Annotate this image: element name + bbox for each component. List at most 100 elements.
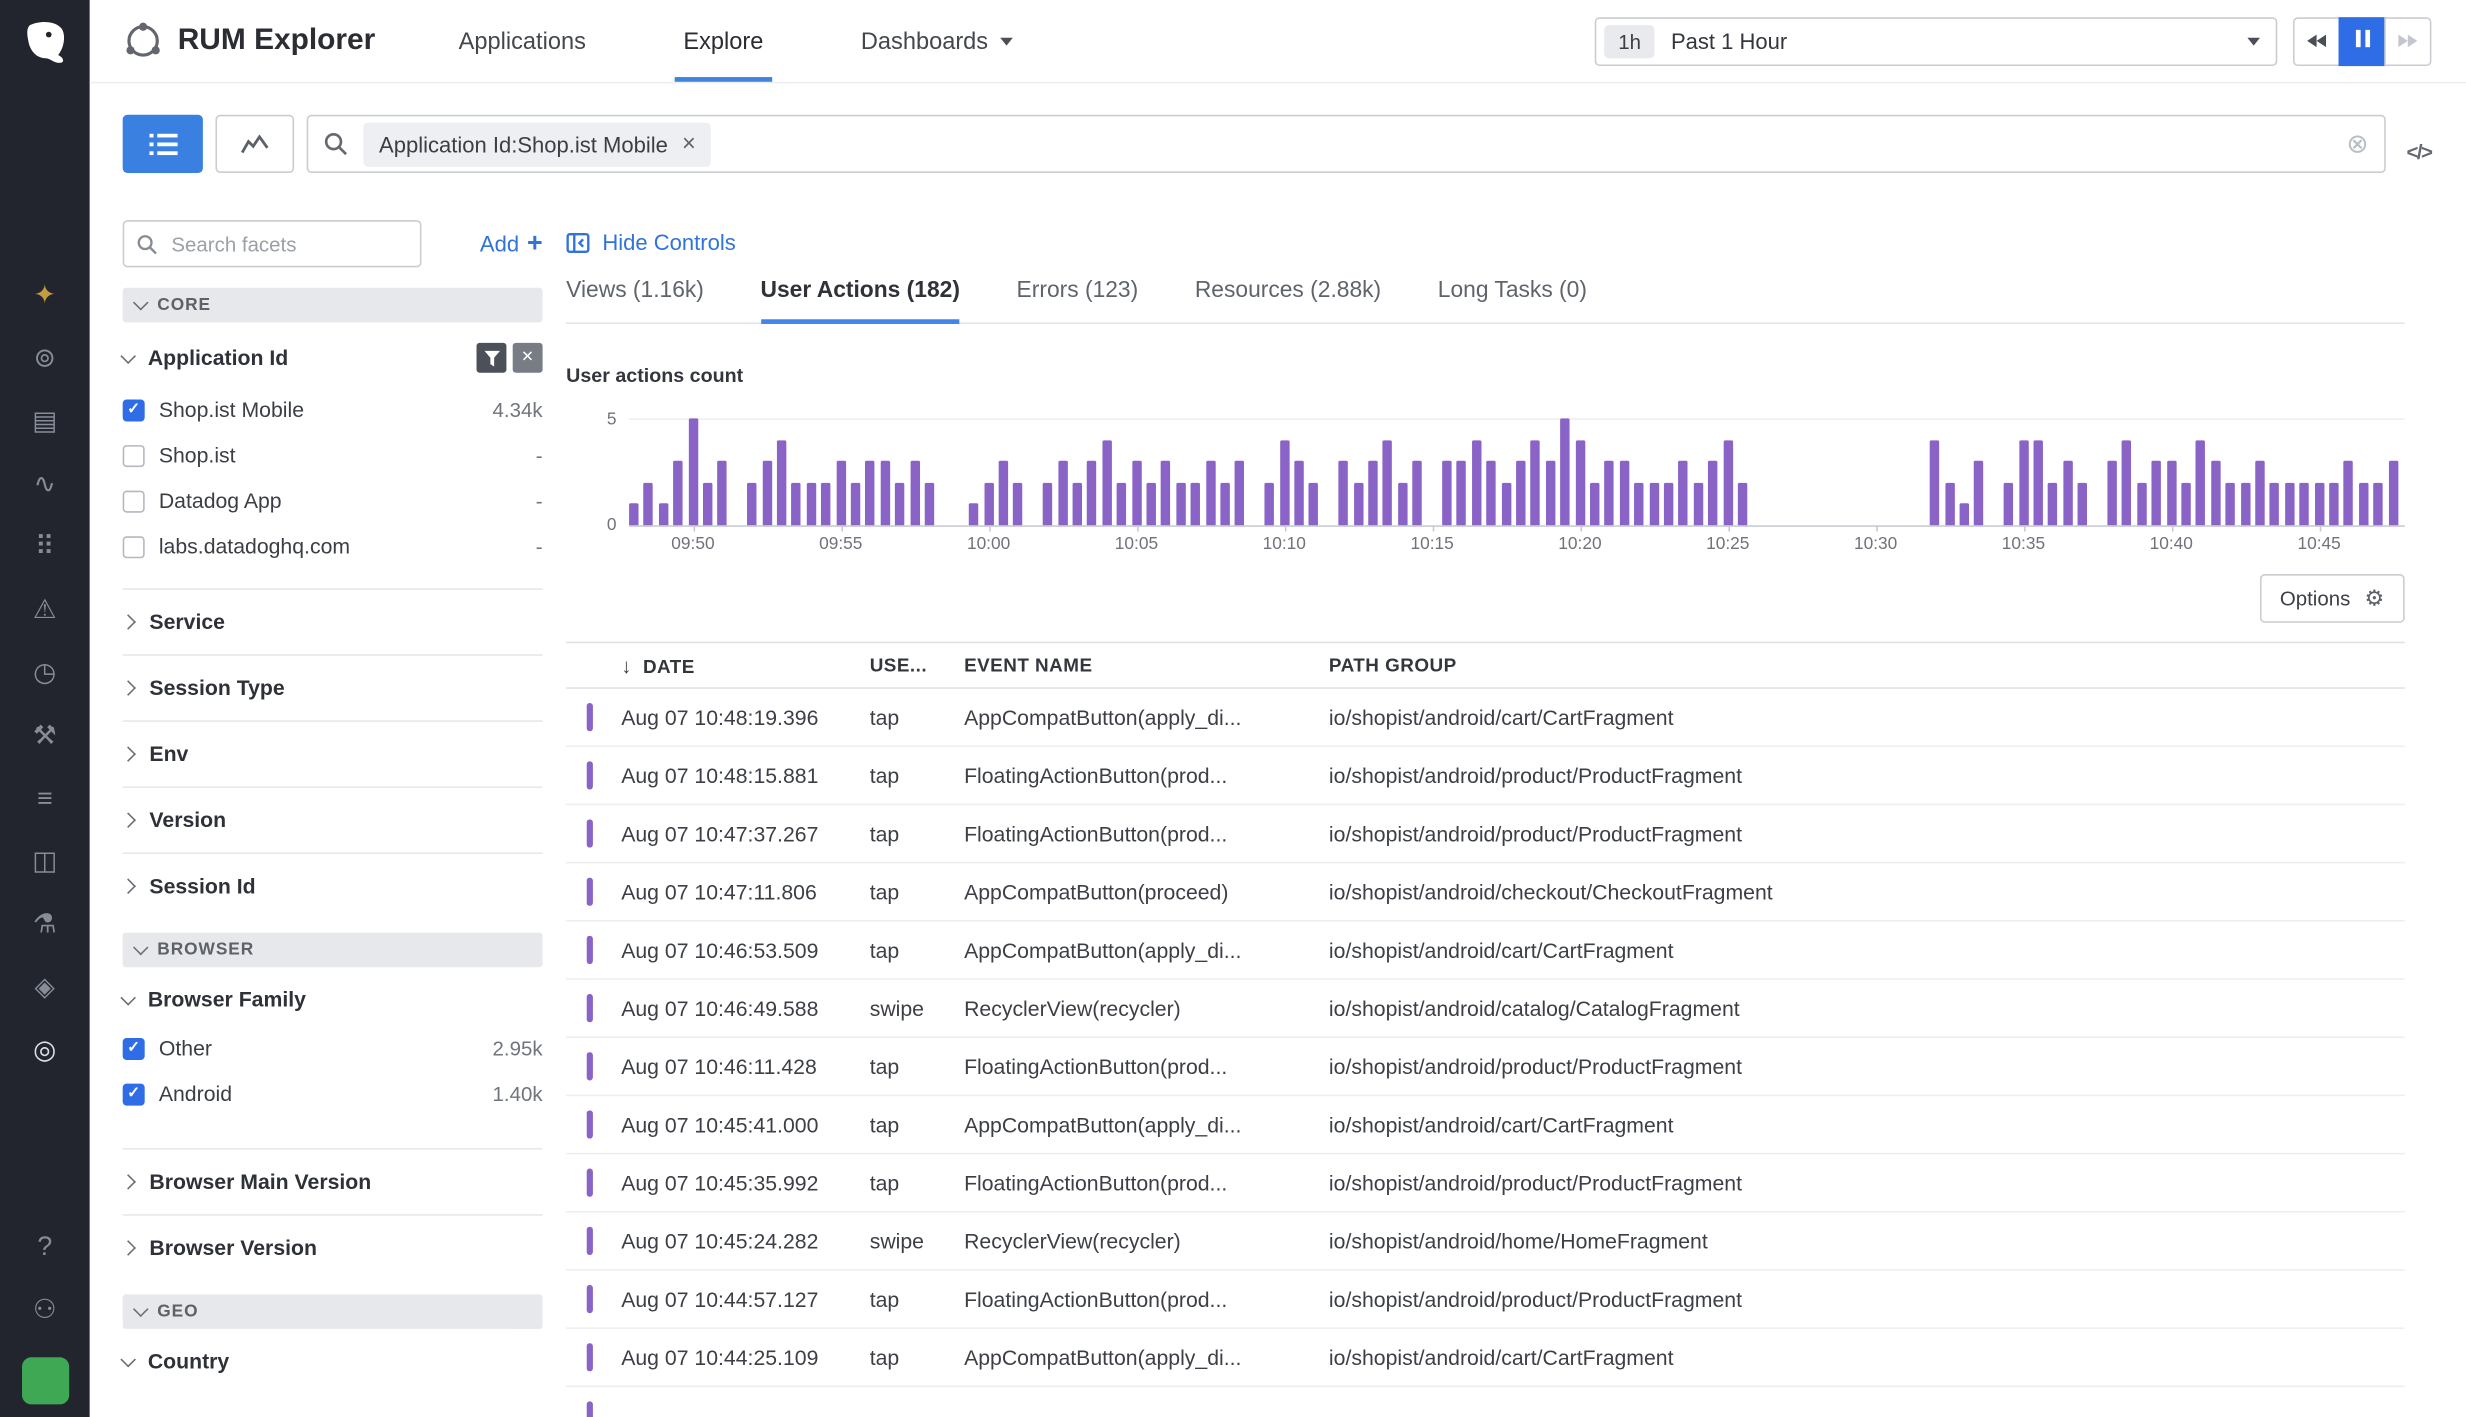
x-tick [989, 525, 991, 531]
synthetics-icon[interactable]: ⚗ [0, 893, 90, 956]
table-row[interactable]: Aug 07 10:48:19.396tapAppCompatButton(ap… [566, 689, 2404, 747]
table-row[interactable]: Aug 07 10:45:35.992tapFloatingActionButt… [566, 1154, 2404, 1212]
error-tracking-icon[interactable]: ⚠ [0, 579, 90, 642]
checkbox[interactable] [123, 1037, 145, 1059]
facet-session-type[interactable]: Session Type [123, 654, 543, 720]
facet-browser-main-version[interactable]: Browser Main Version [123, 1148, 543, 1214]
checkbox[interactable] [123, 490, 145, 512]
chart-bar [1383, 440, 1392, 526]
user-avatar[interactable] [21, 1357, 68, 1404]
facet-browser-version[interactable]: Browser Version [123, 1214, 543, 1280]
pause-button[interactable] [2339, 17, 2386, 66]
hide-controls-link[interactable]: Hide Controls [566, 230, 2404, 255]
chart-bar [2048, 483, 2057, 526]
checkbox[interactable] [123, 536, 145, 558]
step-forward-button[interactable] [2384, 17, 2431, 66]
section-geo[interactable]: GEO [123, 1294, 543, 1329]
step-back-button[interactable] [2293, 17, 2340, 66]
facet-browser-family[interactable]: Browser Family [123, 967, 543, 1025]
application-id-item[interactable]: Shop.ist- [123, 432, 543, 478]
chart-bar [866, 461, 875, 525]
bar-chart[interactable]: 09:5009:5510:0010:0510:1010:1510:2010:25… [629, 418, 2405, 527]
metrics-icon[interactable]: ∿ [0, 453, 90, 516]
time-range-picker[interactable]: 1h Past 1 Hour [1595, 17, 2278, 66]
tab-views[interactable]: Views (1.16k) [566, 278, 704, 322]
table-row[interactable]: Aug 07 10:46:49.588swipeRecyclerView(rec… [566, 980, 2404, 1038]
facet-country[interactable]: Country [123, 1329, 543, 1387]
checkbox[interactable] [123, 444, 145, 466]
nav-applications[interactable]: Applications [459, 0, 586, 82]
infrastructure-icon[interactable]: ⊚ [0, 327, 90, 390]
chart-bar [999, 461, 1008, 525]
x-tick [841, 525, 843, 531]
tab-long[interactable]: Long Tasks (0) [1438, 278, 1587, 322]
tab-resources[interactable]: Resources (2.88k) [1195, 278, 1381, 322]
checkbox[interactable] [123, 399, 145, 421]
x-tick [2319, 525, 2321, 531]
nav-explore[interactable]: Explore [683, 0, 763, 82]
browser-family-item[interactable]: Other2.95k [123, 1025, 543, 1071]
chart-bar [1487, 461, 1496, 525]
column-path-group[interactable]: PATH GROUP [1329, 654, 2405, 676]
table-row[interactable]: Aug 07 10:44:25.109tapAppCompatButton(ap… [566, 1329, 2404, 1387]
watchdog-icon[interactable]: ✦ [0, 264, 90, 327]
table-row-partial[interactable] [566, 1387, 2404, 1417]
options-button[interactable]: Options ⚙ [2259, 574, 2404, 623]
events-icon[interactable]: ▤ [0, 390, 90, 453]
help-icon[interactable]: ? [0, 1216, 90, 1279]
cell-action-type: tap [870, 705, 964, 729]
sort-desc-icon[interactable]: ↓ [621, 653, 632, 677]
ci-cd-icon[interactable]: ⚒ [0, 705, 90, 768]
datadog-logo[interactable] [10, 9, 79, 78]
clear-facet-button[interactable]: ✕ [513, 343, 543, 373]
row-marker-cell [587, 703, 622, 731]
integrations-icon[interactable]: ⠿ [0, 516, 90, 579]
chart-bar [2034, 440, 2043, 526]
table-row[interactable]: Aug 07 10:48:15.881tapFloatingActionButt… [566, 747, 2404, 805]
nav-dashboards[interactable]: Dashboards [861, 0, 1013, 82]
browser-family-list: Other2.95kAndroid1.40k [123, 1025, 567, 1116]
table-row[interactable]: Aug 07 10:47:37.267tapFloatingActionButt… [566, 805, 2404, 863]
people-icon[interactable]: ⚇ [0, 1279, 90, 1342]
apm-icon[interactable]: ◷ [0, 642, 90, 705]
browser-family-item[interactable]: Android1.40k [123, 1071, 543, 1117]
column-user-action-type[interactable]: USE... [870, 654, 964, 676]
tab-errors[interactable]: Errors (123) [1017, 278, 1139, 322]
application-id-item[interactable]: Datadog App- [123, 478, 543, 524]
table-row[interactable]: Aug 07 10:47:11.806tapAppCompatButton(pr… [566, 863, 2404, 921]
facet-env[interactable]: Env [123, 720, 543, 786]
search-filter-pill[interactable]: Application Id:Shop.ist Mobile × [363, 122, 711, 166]
add-facet-button[interactable]: Add+ [480, 228, 543, 259]
column-date[interactable]: ↓DATE [621, 653, 869, 677]
facet-session-id[interactable]: Session Id [123, 852, 543, 918]
table-row[interactable]: Aug 07 10:46:11.428tapFloatingActionButt… [566, 1038, 2404, 1096]
notebooks-icon[interactable]: ◫ [0, 830, 90, 893]
column-event-name[interactable]: EVENT NAME [964, 654, 1329, 676]
facet-application-id[interactable]: Application Id ✕ [123, 322, 543, 386]
remove-filter-icon[interactable]: × [682, 132, 696, 156]
table-row[interactable]: Aug 07 10:45:24.282swipeRecyclerView(rec… [566, 1213, 2404, 1271]
table-row[interactable]: Aug 07 10:45:41.000tapAppCompatButton(ap… [566, 1096, 2404, 1154]
application-id-item[interactable]: Shop.ist Mobile4.34k [123, 387, 543, 433]
facet-service[interactable]: Service [123, 588, 543, 654]
chart-bar [1176, 483, 1185, 526]
section-browser[interactable]: BROWSER [123, 933, 543, 968]
timeseries-view-button[interactable] [215, 115, 294, 173]
logs-icon[interactable]: ≡ [0, 767, 90, 830]
rum-icon[interactable]: ◎ [0, 1019, 90, 1082]
search-input[interactable]: Application Id:Shop.ist Mobile × ⊗ [307, 115, 2386, 173]
clear-search-icon[interactable]: ⊗ [2346, 131, 2368, 158]
facet-search-input[interactable] [168, 230, 379, 257]
filter-facet-button[interactable] [477, 343, 507, 373]
query-syntax-icon[interactable]: </> [2407, 140, 2432, 164]
list-view-button[interactable] [123, 115, 203, 173]
facet-version[interactable]: Version [123, 786, 543, 852]
security-icon[interactable]: ◈ [0, 956, 90, 1019]
application-id-item[interactable]: labs.datadoghq.com- [123, 524, 543, 570]
table-row[interactable]: Aug 07 10:44:57.127tapFloatingActionButt… [566, 1271, 2404, 1329]
tab-user[interactable]: User Actions (182) [761, 278, 960, 322]
section-core[interactable]: CORE [123, 288, 543, 323]
facet-search[interactable] [123, 220, 422, 267]
table-row[interactable]: Aug 07 10:46:53.509tapAppCompatButton(ap… [566, 922, 2404, 980]
checkbox[interactable] [123, 1083, 145, 1105]
